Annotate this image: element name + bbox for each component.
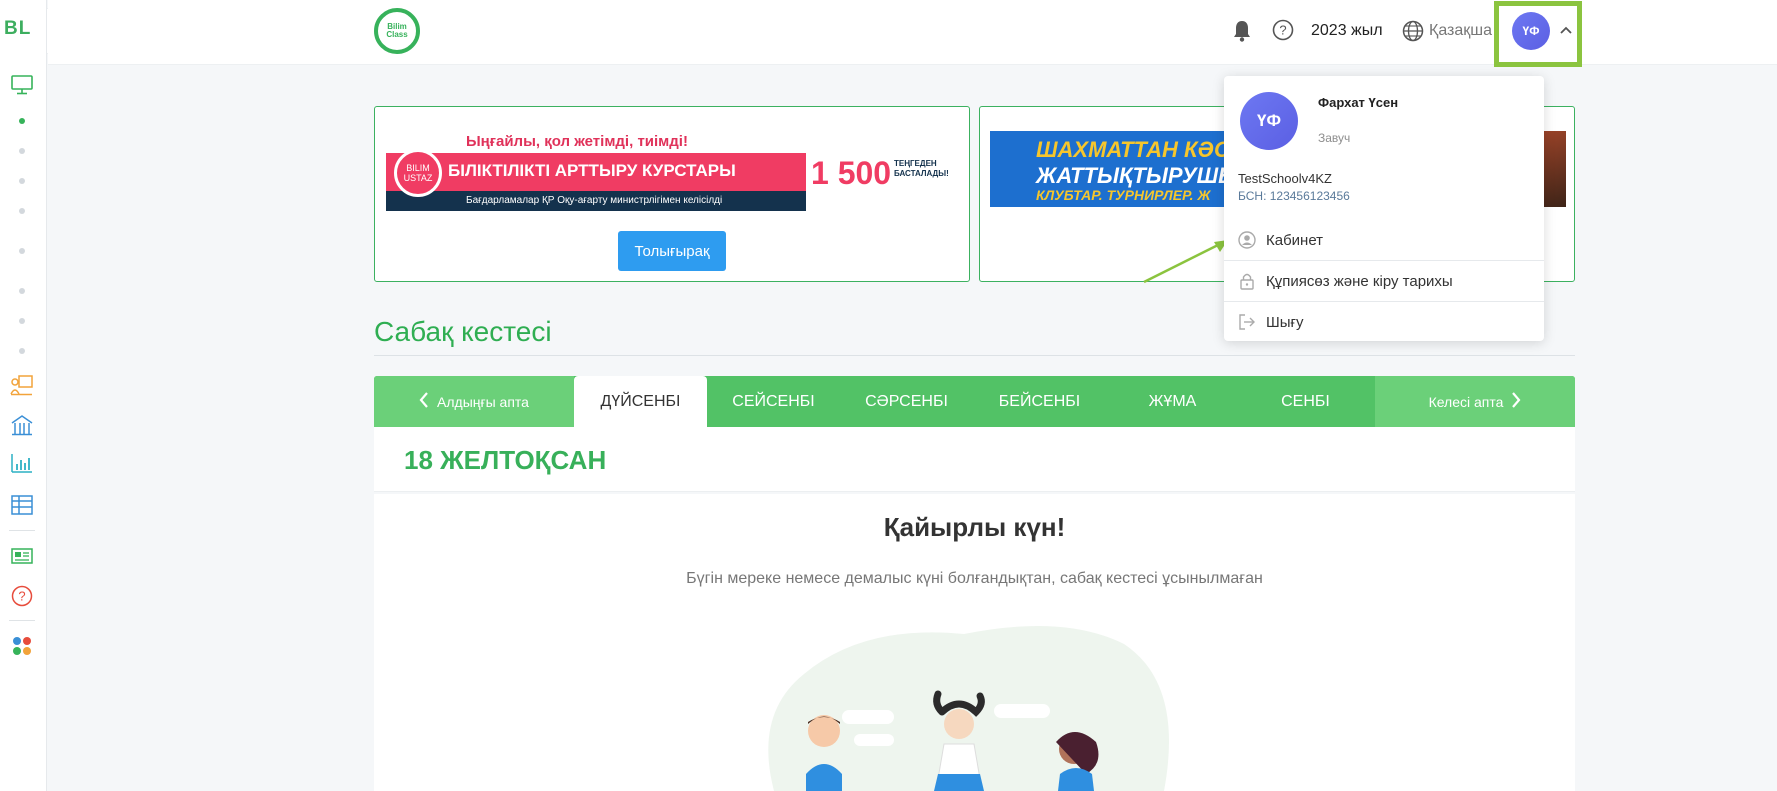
svg-text:?: ? (18, 589, 25, 604)
year-selector[interactable]: 2023 жыл (1311, 22, 1383, 40)
bilim-ustaz-logo: BILIM USTAZ (394, 149, 442, 197)
tab-monday[interactable]: ДҮЙСЕНБІ (574, 376, 707, 427)
help-circle-icon[interactable]: ? (1272, 19, 1294, 46)
dropdown-avatar: ҮФ (1240, 92, 1298, 150)
table-icon[interactable] (9, 492, 35, 518)
more-info-button[interactable]: Толығырақ (618, 231, 726, 271)
school-bin: БСН: 123456123456 (1238, 189, 1350, 203)
greeting-heading: Қайырлы күн! (883, 512, 1066, 542)
chevron-right-icon (1511, 392, 1521, 411)
chess-banner-line3: КЛУБТАР. ТУРНИРЛЕР. Ж (1036, 187, 1211, 203)
monitor-icon[interactable] (9, 72, 35, 98)
chevron-left-icon (419, 392, 429, 411)
bar-chart-icon[interactable] (9, 450, 35, 476)
user-dropdown-menu: ҮФ Фархат Үсен Завуч TestSchoolv4KZ БСН:… (1224, 76, 1544, 341)
lock-icon (1238, 272, 1256, 290)
banner-tagline: Ыңғайлы, қол жетімді, тиімді! (466, 133, 688, 150)
brand-logo[interactable]: Bilim Class (374, 8, 420, 54)
schedule-title: Сабақ кестесі (374, 316, 552, 347)
tab-thursday[interactable]: БЕЙСЕНБІ (973, 376, 1106, 427)
menu-item-cabinet[interactable]: Кабинет (1224, 220, 1544, 260)
svg-text:?: ? (1279, 23, 1286, 38)
user-full-name: Фархат Үсен (1318, 95, 1399, 110)
banner-price-caption: ТЕҢГЕДЕН БАСТАЛАДЫ! (894, 159, 949, 178)
chess-banner-line1: ШАХМАТТАН КӘС (1036, 137, 1230, 162)
holiday-illustration (768, 626, 1169, 791)
prev-week-button[interactable]: Алдыңғы апта (374, 376, 574, 427)
menu-item-logout[interactable]: Шығу (1224, 302, 1544, 342)
news-icon[interactable] (9, 543, 35, 569)
sidebar: BL ? (0, 0, 47, 791)
globe-icon[interactable] (1402, 20, 1424, 47)
tab-wednesday[interactable]: СӘРСЕНБІ (840, 376, 973, 427)
sidebar-subitem-dot[interactable] (19, 318, 25, 324)
user-circle-icon (1238, 231, 1256, 249)
school-name: TestSchoolv4KZ (1238, 171, 1332, 186)
schedule-date-panel: 18 ЖЕЛТОҚСАН (374, 427, 1575, 492)
schedule-content: Қайырлы күн! Бүгін мереке немесе демалыс… (374, 494, 1575, 791)
tab-tuesday[interactable]: СЕЙСЕНБІ (707, 376, 840, 427)
chess-banner-line2: ЖАТТЫҚТЫРУШЫ (1036, 163, 1241, 188)
banner-price: 1 500 (811, 155, 892, 191)
menu-item-password-history[interactable]: Құпиясөз және кіру тарихы (1224, 261, 1544, 301)
sidebar-subitem-dot[interactable] (19, 178, 25, 184)
tab-friday[interactable]: ЖҰМА (1106, 376, 1239, 427)
sidebar-subitem-dot[interactable] (19, 288, 25, 294)
banner-headline: БІЛІКТІЛІКТІ АРТТЫРУ КУРСТАРЫ (448, 161, 736, 180)
sidebar-subitem-dot[interactable] (19, 348, 25, 354)
banner-footnote: Бағдарламалар ҚР Оқу-ағарту министрлігім… (466, 195, 723, 206)
user-role: Завуч (1318, 131, 1351, 145)
section-divider (374, 355, 1575, 356)
teacher-board-icon[interactable] (9, 372, 35, 398)
sidebar-divider (9, 530, 35, 531)
bell-icon[interactable] (1233, 20, 1251, 47)
sidebar-subitem-dot[interactable] (19, 148, 25, 154)
sidebar-logo[interactable]: BL (4, 18, 31, 40)
sidebar-subitem-dot[interactable] (19, 118, 25, 124)
sidebar-subitem-dot[interactable] (19, 208, 25, 214)
tab-saturday[interactable]: СЕНБІ (1239, 376, 1372, 427)
weekday-tabs: Алдыңғы апта ДҮЙСЕНБІ СЕЙСЕНБІ СӘРСЕНБІ … (374, 376, 1575, 427)
next-week-button[interactable]: Келесі апта (1375, 376, 1575, 427)
sidebar-subitem-dot[interactable] (19, 248, 25, 254)
help-circle-icon[interactable]: ? (9, 583, 35, 609)
school-building-icon[interactable] (9, 412, 35, 438)
top-header: Bilim Class ? 2023 жыл Қазақша ҮФ (48, 0, 1777, 67)
holiday-message: Бүгін мереке немесе демалыс күні болғанд… (686, 570, 1263, 587)
language-selector[interactable]: Қазақша (1429, 22, 1492, 40)
courses-banner-image[interactable]: Ыңғайлы, қол жетімді, тиімді! BILIM USTA… (386, 129, 958, 211)
promo-banner-courses[interactable]: Ыңғайлы, қол жетімді, тиімді! BILIM USTA… (374, 106, 970, 282)
logout-icon (1238, 313, 1256, 331)
chevron-up-icon[interactable] (1560, 22, 1572, 37)
apps-grid-icon[interactable] (9, 633, 35, 659)
schedule-date: 18 ЖЕЛТОҚСАН (404, 445, 607, 475)
user-avatar[interactable]: ҮФ (1512, 12, 1550, 50)
sidebar-divider (9, 620, 35, 621)
